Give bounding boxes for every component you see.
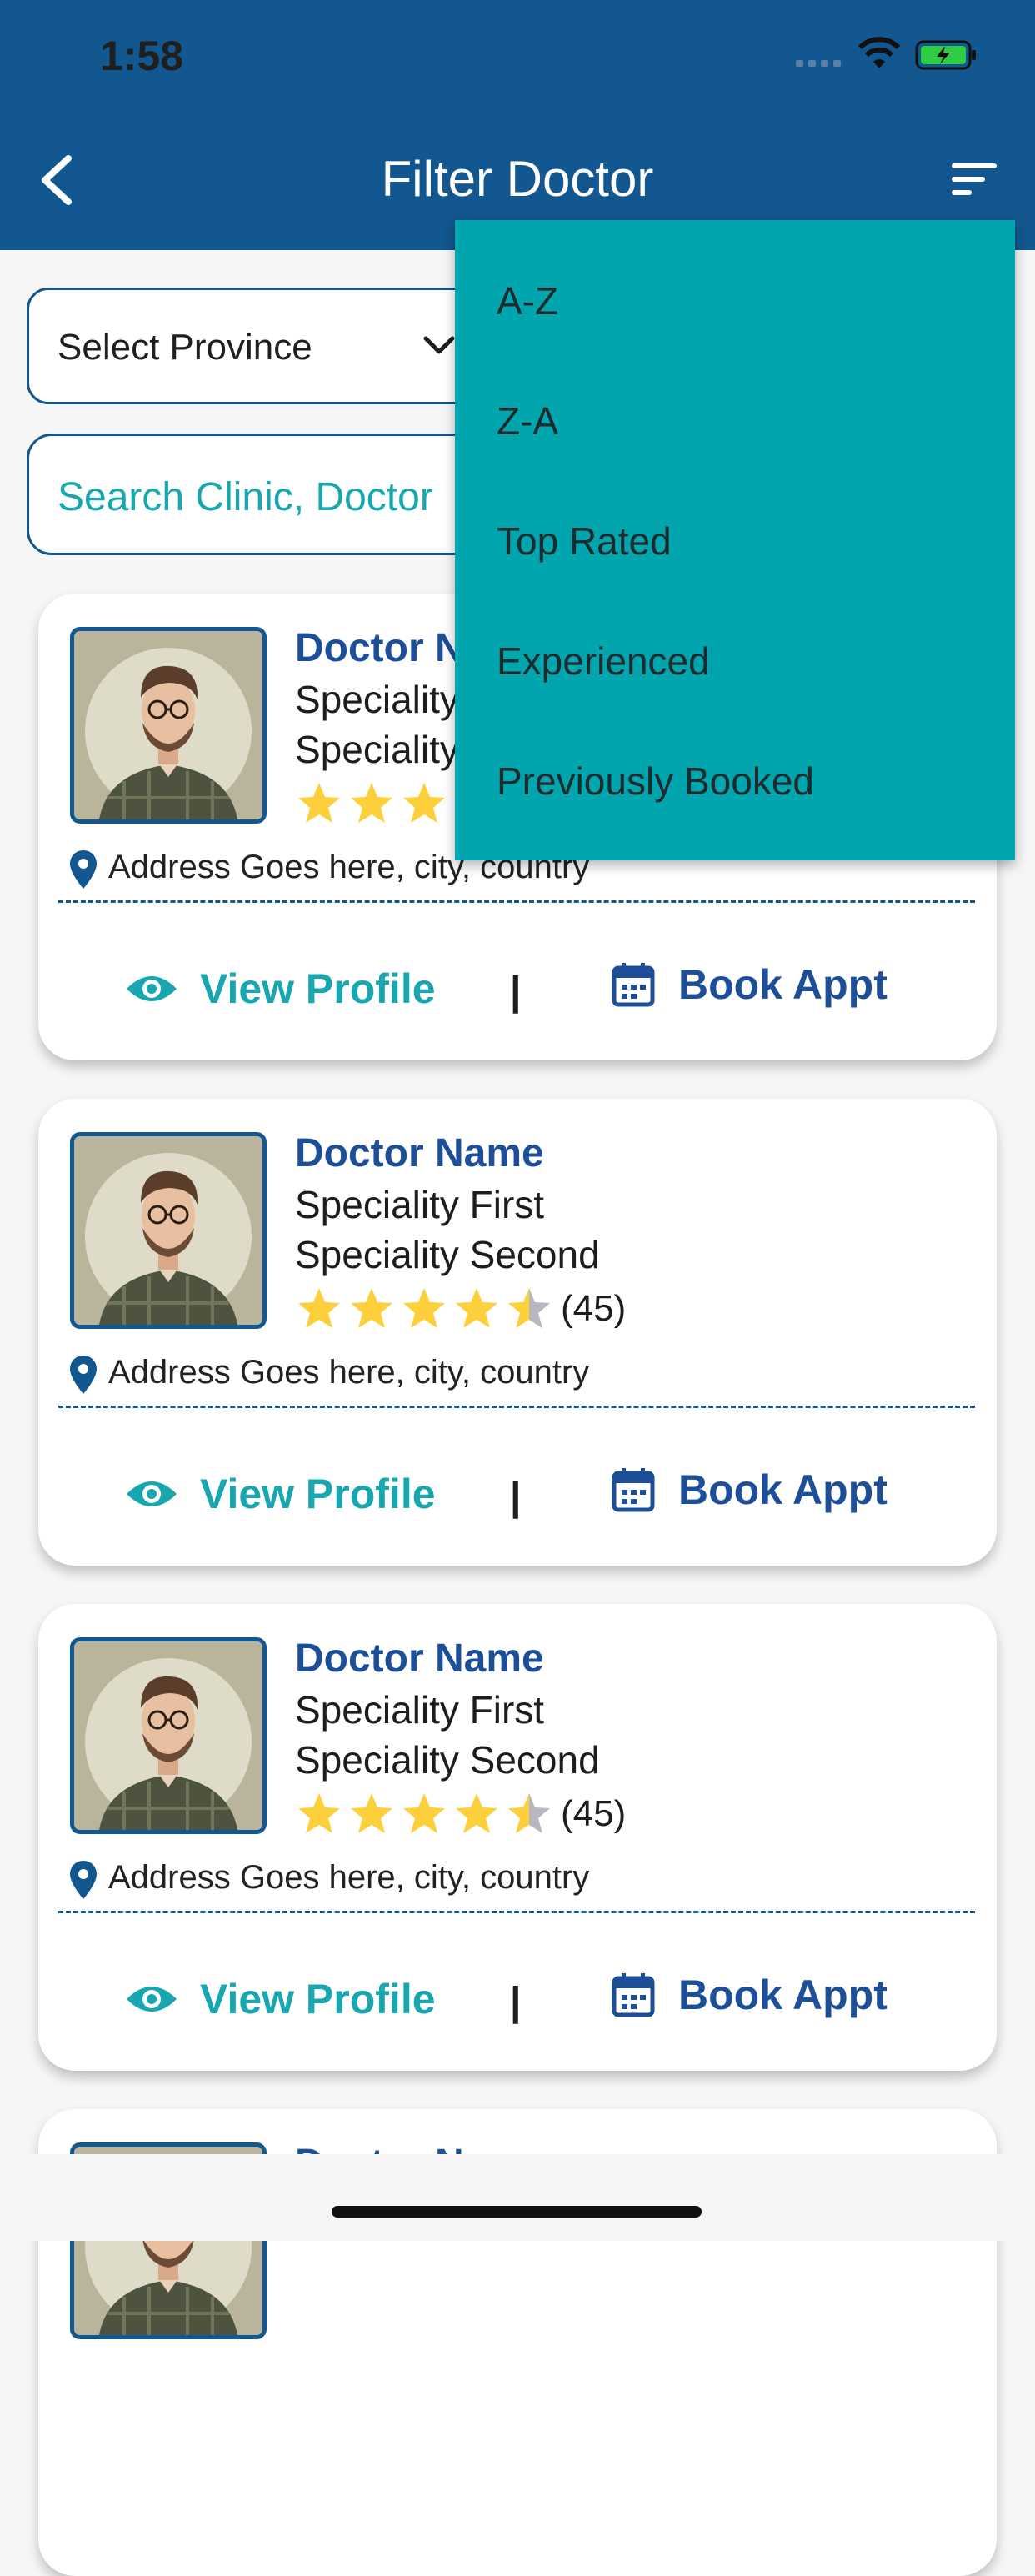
half-star-icon <box>508 1288 550 1328</box>
book-appointment-button[interactable]: Book Appt <box>612 1466 888 1514</box>
star-icon <box>456 1288 498 1328</box>
rating-stars: (45) <box>295 1789 626 1839</box>
book-appointment-label: Book Appt <box>678 1466 888 1513</box>
home-indicator <box>332 2206 702 2218</box>
eye-icon <box>127 1987 177 2012</box>
doctor-address: Address Goes here, city, country <box>108 1354 590 1391</box>
star-icon <box>456 1793 498 1833</box>
action-separator: | <box>510 1980 522 2024</box>
calendar-icon <box>612 1468 655 1512</box>
star-icon <box>351 783 392 823</box>
cellular-signal-icon <box>796 60 841 67</box>
star-icon <box>298 1288 340 1328</box>
speciality-first: Speciality First <box>295 1688 545 1732</box>
doctor-address: Address Goes here, city, country <box>108 1859 590 1896</box>
doctor-name[interactable]: Doctor Name <box>295 1636 544 1681</box>
card-divider <box>58 1406 975 1408</box>
province-select-label: Select Province <box>58 327 312 368</box>
sort-option-a-z[interactable]: A-Z <box>497 278 558 323</box>
sort-icon <box>952 163 997 195</box>
doctor-name[interactable]: Doctor Name <box>295 1130 544 1176</box>
rating-stars: (45) <box>295 1284 626 1334</box>
chevron-down-icon <box>423 336 455 354</box>
sort-menu: A-Z Z-A Top Rated Experienced Previously… <box>455 220 1015 860</box>
eye-icon <box>127 976 177 1001</box>
star-icon <box>298 783 340 823</box>
status-time: 1:58 <box>100 33 184 79</box>
calendar-icon <box>612 1973 655 2017</box>
sort-option-top-rated[interactable]: Top Rated <box>497 519 672 564</box>
action-separator: | <box>510 1475 522 1519</box>
sort-option-z-a[interactable]: Z-A <box>497 398 558 444</box>
sort-option-experienced[interactable]: Experienced <box>497 639 710 684</box>
sort-filter-button[interactable] <box>950 162 1000 198</box>
view-profile-button[interactable]: View Profile <box>125 1470 436 1518</box>
doctor-card[interactable]: Doctor Name Speciality First Speciality … <box>38 1099 997 1566</box>
doctor-avatar <box>70 1132 267 1329</box>
star-icon <box>403 1288 445 1328</box>
star-icon <box>351 1288 392 1328</box>
star-icon <box>403 1793 445 1833</box>
view-profile-label: View Profile <box>200 1976 436 2022</box>
action-separator: | <box>510 970 522 1014</box>
view-profile-label: View Profile <box>200 1471 436 1517</box>
battery-icon <box>915 40 976 70</box>
half-star-icon <box>508 1793 550 1833</box>
eye-icon <box>127 1481 177 1506</box>
view-profile-button[interactable]: View Profile <box>125 965 436 1013</box>
bottom-safe-area <box>0 2154 1035 2241</box>
book-appointment-button[interactable]: Book Appt <box>612 1971 888 2019</box>
card-divider <box>58 1911 975 1913</box>
book-appointment-label: Book Appt <box>678 961 888 1008</box>
view-profile-button[interactable]: View Profile <box>125 1975 436 2023</box>
location-pin-icon <box>70 1861 97 1899</box>
location-pin-icon <box>70 1356 97 1394</box>
view-profile-label: View Profile <box>200 965 436 1012</box>
location-pin-icon <box>70 850 97 889</box>
app-header: 1:58 Filter Doctor <box>0 0 1035 250</box>
doctor-card[interactable]: Doctor Name Speciality First Speciality … <box>38 1604 997 2071</box>
star-icon <box>298 1793 340 1833</box>
doctor-avatar <box>70 627 267 824</box>
rating-count: (45) <box>561 1288 627 1329</box>
book-appointment-label: Book Appt <box>678 1972 888 2018</box>
doctor-avatar <box>70 1637 267 1834</box>
speciality-second: Speciality Second <box>295 1738 600 1782</box>
book-appointment-button[interactable]: Book Appt <box>612 960 888 1009</box>
rating-count: (45) <box>561 1793 627 1834</box>
speciality-first: Speciality First <box>295 1183 545 1226</box>
search-placeholder: Search Clinic, Doctor <box>58 475 433 519</box>
sort-option-previously-booked[interactable]: Previously Booked <box>497 759 814 804</box>
star-icon <box>351 1793 392 1833</box>
speciality-second: Speciality Second <box>295 1233 600 1276</box>
page-title: Filter Doctor <box>381 151 654 207</box>
star-icon <box>403 783 445 823</box>
calendar-icon <box>612 963 655 1007</box>
wifi-icon <box>858 37 901 68</box>
card-divider <box>58 900 975 903</box>
